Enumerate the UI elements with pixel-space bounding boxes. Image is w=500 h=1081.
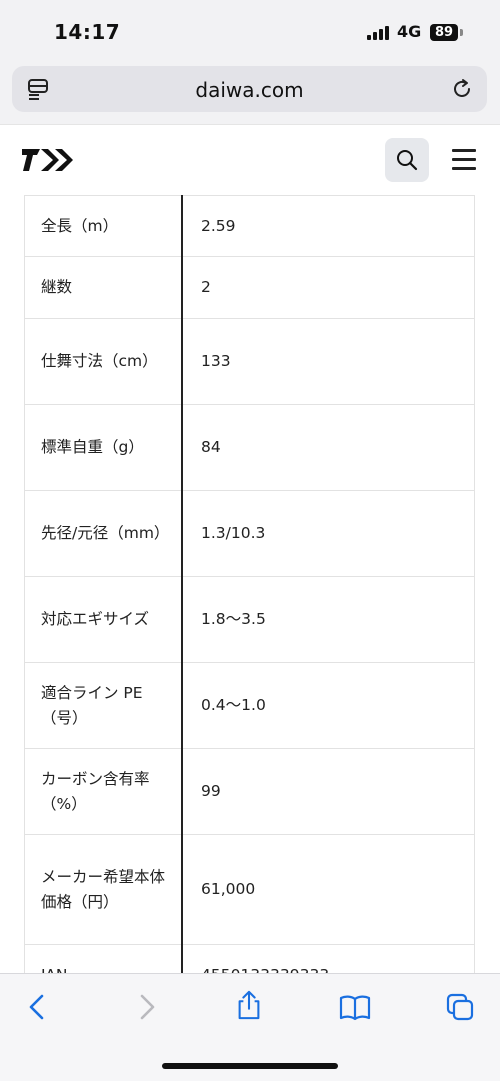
network-type: 4G [397, 22, 422, 41]
table-row: 標準自重（g） 84 [24, 404, 475, 491]
search-button[interactable] [385, 138, 429, 182]
spec-value: 61,000 [181, 834, 475, 945]
search-icon [397, 150, 418, 171]
spec-label: 先径/元径（mm） [24, 490, 183, 577]
battery-icon: 89 [430, 24, 458, 41]
spec-label: 全長（m） [24, 195, 183, 257]
signal-strength-icon [367, 26, 391, 40]
forward-chevron-icon[interactable] [131, 992, 161, 1022]
spec-label: JAN [24, 944, 183, 973]
spec-label: 対応エギサイズ [24, 576, 183, 663]
reload-icon[interactable] [451, 78, 473, 100]
spec-value: 99 [181, 748, 475, 835]
status-time: 14:17 [54, 20, 121, 44]
table-row: 仕舞寸法（cm） 133 [24, 318, 475, 405]
table-row: JAN 4550133339333 [24, 944, 475, 973]
table-row: 先径/元径（mm） 1.3/10.3 [24, 490, 475, 577]
spec-table: 全長（m） 2.59 継数 2 仕舞寸法（cm） 133 標準自重（g） 84 … [24, 195, 475, 973]
table-row: カーボン含有率（%） 99 [24, 748, 475, 835]
spec-value: 2.59 [181, 195, 475, 257]
url-text[interactable]: daiwa.com [12, 78, 487, 102]
spec-label: カーボン含有率（%） [24, 748, 183, 835]
spec-table-container[interactable]: 全長（m） 2.59 継数 2 仕舞寸法（cm） 133 標準自重（g） 84 … [0, 195, 500, 973]
tabs-icon[interactable] [445, 992, 475, 1022]
share-icon[interactable] [234, 990, 264, 1020]
table-row: 対応エギサイズ 1.8〜3.5 [24, 576, 475, 663]
table-row: 継数 2 [24, 256, 475, 319]
spec-label: 標準自重（g） [24, 404, 183, 491]
battery-tip [460, 29, 463, 36]
table-row: 全長（m） 2.59 [24, 195, 475, 257]
daiwa-logo[interactable] [22, 147, 74, 173]
spec-label: 継数 [24, 256, 183, 319]
back-chevron-icon[interactable] [23, 992, 53, 1022]
spec-value: 133 [181, 318, 475, 405]
spec-label: 仕舞寸法（cm） [24, 318, 183, 405]
table-row: メーカー希望本体価格（円） 61,000 [24, 834, 475, 945]
bookmarks-book-icon[interactable] [338, 992, 372, 1022]
address-bar[interactable]: daiwa.com [12, 66, 487, 112]
spec-value: 1.8〜3.5 [181, 576, 475, 663]
spec-label: メーカー希望本体価格（円） [24, 834, 183, 945]
spec-value: 1.3/10.3 [181, 490, 475, 577]
site-header [0, 124, 500, 196]
home-indicator[interactable] [162, 1063, 338, 1069]
spec-value: 0.4〜1.0 [181, 662, 475, 749]
status-bar: 14:17 4G 89 [0, 0, 500, 64]
table-row: 適合ライン PE（号） 0.4〜1.0 [24, 662, 475, 749]
hamburger-menu-icon[interactable] [450, 145, 478, 173]
spec-value: 84 [181, 404, 475, 491]
browser-address-area: daiwa.com [0, 64, 500, 124]
spec-label: 適合ライン PE（号） [24, 662, 183, 749]
spec-value: 4550133339333 [181, 944, 475, 973]
spec-value: 2 [181, 256, 475, 319]
